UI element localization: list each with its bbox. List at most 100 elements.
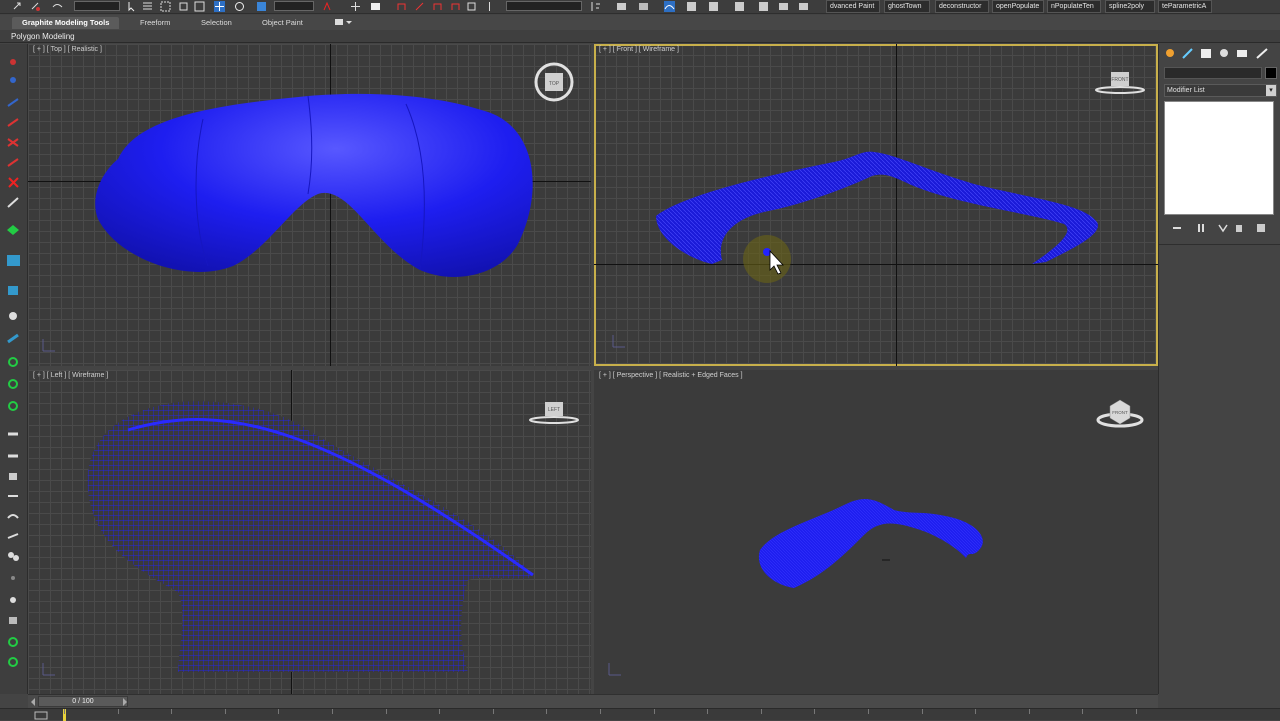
viewcube-front-icon[interactable]: FRONT [1094,66,1146,96]
window-crossing-icon[interactable] [178,1,189,12]
tool-objects-icon[interactable] [6,310,21,323]
chevron-down-icon[interactable]: ▾ [1266,85,1276,96]
eyewear-wireframe-front[interactable] [594,44,1158,366]
pivot-center-icon[interactable] [322,1,333,12]
tab-object-paint[interactable]: Object Paint [262,17,303,29]
tool-align-icon[interactable] [6,284,21,297]
next-frame-icon[interactable] [122,698,128,706]
tool-bevel-icon[interactable] [6,470,21,483]
utilities-tab-icon[interactable] [1255,47,1269,60]
align-icon[interactable] [590,1,601,12]
percent-snap-icon[interactable] [432,1,443,12]
tool-settings-icon[interactable] [6,656,21,669]
plugin-button-4[interactable]: openPopulate [992,0,1044,13]
display-tab-icon[interactable] [1235,47,1249,60]
time-slider[interactable]: 0 / 100 [38,696,128,707]
plugin-button-2[interactable]: ghostTown [884,0,930,13]
link-icon[interactable] [12,1,23,12]
modify-tab-icon[interactable] [1181,47,1195,60]
tool-loop-icon[interactable] [6,356,21,369]
bind-space-warp-icon[interactable] [52,1,63,12]
window-icon[interactable] [194,1,205,12]
select-rotate-icon[interactable] [234,1,245,12]
rendered-frame-window-icon[interactable] [758,1,769,12]
viewport-front[interactable]: [ + ] [ Front ] [ Wireframe ] FRONT [594,44,1158,366]
rectangle-selection-icon[interactable] [160,1,171,12]
tool-weld-icon[interactable] [6,156,21,169]
viewport-perspective[interactable]: [ + ] [ Perspective ] [ Realistic + Edge… [594,370,1158,694]
select-by-name-icon[interactable] [142,1,153,12]
select-scale-icon[interactable] [256,1,267,12]
viewport-top[interactable]: [ + ] [ Top ] [ Realistic ] TOP [28,44,591,366]
motion-tab-icon[interactable] [1217,47,1231,60]
tool-dots-icon[interactable] [6,572,21,585]
plugin-button-7[interactable]: teParametricA [1158,0,1212,13]
viewcube-perspective-icon[interactable]: FRONT [1094,392,1146,430]
graphite-toggle-icon[interactable] [638,1,649,12]
tool-chamfer-icon[interactable] [6,116,21,129]
render-production-icon[interactable] [778,1,789,12]
layer-manager-icon[interactable] [616,1,627,12]
plugin-button-5[interactable]: nPopulateTen [1047,0,1101,13]
tool-sphere-icon[interactable] [6,594,21,607]
tool-connect-icon[interactable] [6,136,21,149]
spinner-snap-icon[interactable] [450,1,461,12]
track-bar[interactable] [0,708,1280,721]
reference-coordinate-dropdown[interactable] [274,1,314,11]
select-manipulate-icon[interactable] [350,1,361,12]
ribbon-panel-polygon-modeling[interactable]: Polygon Modeling [11,31,75,42]
tool-paint-icon[interactable] [6,224,21,237]
eyewear-wireframe-left[interactable] [28,370,591,694]
curve-editor-icon[interactable] [664,1,675,12]
remove-modifier-icon[interactable] [1233,222,1245,234]
object-color-swatch[interactable] [1265,67,1277,79]
tool-remove-icon[interactable] [6,176,21,189]
modifier-stack-list[interactable] [1164,101,1274,215]
hierarchy-tab-icon[interactable] [1199,47,1213,60]
snaps-toggle-icon[interactable] [396,1,407,12]
tool-brush-icon[interactable] [6,332,21,345]
schematic-view-icon[interactable] [686,1,697,12]
render-setup-icon[interactable] [734,1,745,12]
tool-move-icon[interactable] [6,74,21,87]
named-selection-sets-field[interactable] [506,1,582,11]
eyewear-perspective-object[interactable] [594,370,1158,694]
previous-frame-icon[interactable] [30,698,36,706]
tool-cluster-icon[interactable] [6,550,21,563]
mirror-icon[interactable] [484,1,495,12]
show-end-result-icon[interactable] [1195,222,1207,234]
tool-inset-icon[interactable] [6,490,21,503]
tool-extrude-icon[interactable] [6,450,21,463]
tool-select-icon[interactable] [6,56,21,69]
tab-freeform[interactable]: Freeform [140,17,170,29]
tool-shift-icon[interactable] [6,428,21,441]
ribbon-options-icon[interactable] [334,18,352,27]
viewcube-left-icon[interactable]: LEFT [528,398,580,426]
tool-scale-icon[interactable] [6,614,21,627]
create-tab-icon[interactable] [1163,47,1177,60]
make-unique-icon[interactable] [1217,222,1229,234]
object-name-field[interactable] [1164,67,1262,79]
plugin-button-3[interactable]: deconstructor [935,0,989,13]
tool-pc-icon[interactable] [6,254,21,267]
selection-filter-dropdown[interactable] [74,1,120,11]
plugin-button-1[interactable]: dvanced Paint [826,0,880,13]
edit-named-selection-icon[interactable] [466,1,477,12]
tab-graphite-modeling-tools[interactable]: Graphite Modeling Tools [12,17,120,29]
tool-ring-icon[interactable] [6,378,21,391]
angle-snap-icon[interactable] [414,1,425,12]
track-bar-menu-icon[interactable] [34,711,48,720]
tool-cut-icon[interactable] [6,196,21,209]
material-editor-icon[interactable] [708,1,719,12]
configure-modifier-sets-icon[interactable] [1255,222,1267,234]
tool-bridge-icon[interactable] [6,510,21,523]
modifier-list-dropdown[interactable]: Modifier List ▾ [1164,84,1277,97]
eyewear-shaded-object[interactable] [28,44,591,366]
tool-relax-icon[interactable] [6,636,21,649]
tab-selection[interactable]: Selection [201,17,232,29]
unlink-icon[interactable] [30,1,41,12]
keyboard-shortcut-icon[interactable] [370,1,381,12]
render-iterative-icon[interactable] [798,1,809,12]
plugin-button-6[interactable]: spline2poly [1105,0,1155,13]
select-move-icon[interactable] [214,1,225,12]
